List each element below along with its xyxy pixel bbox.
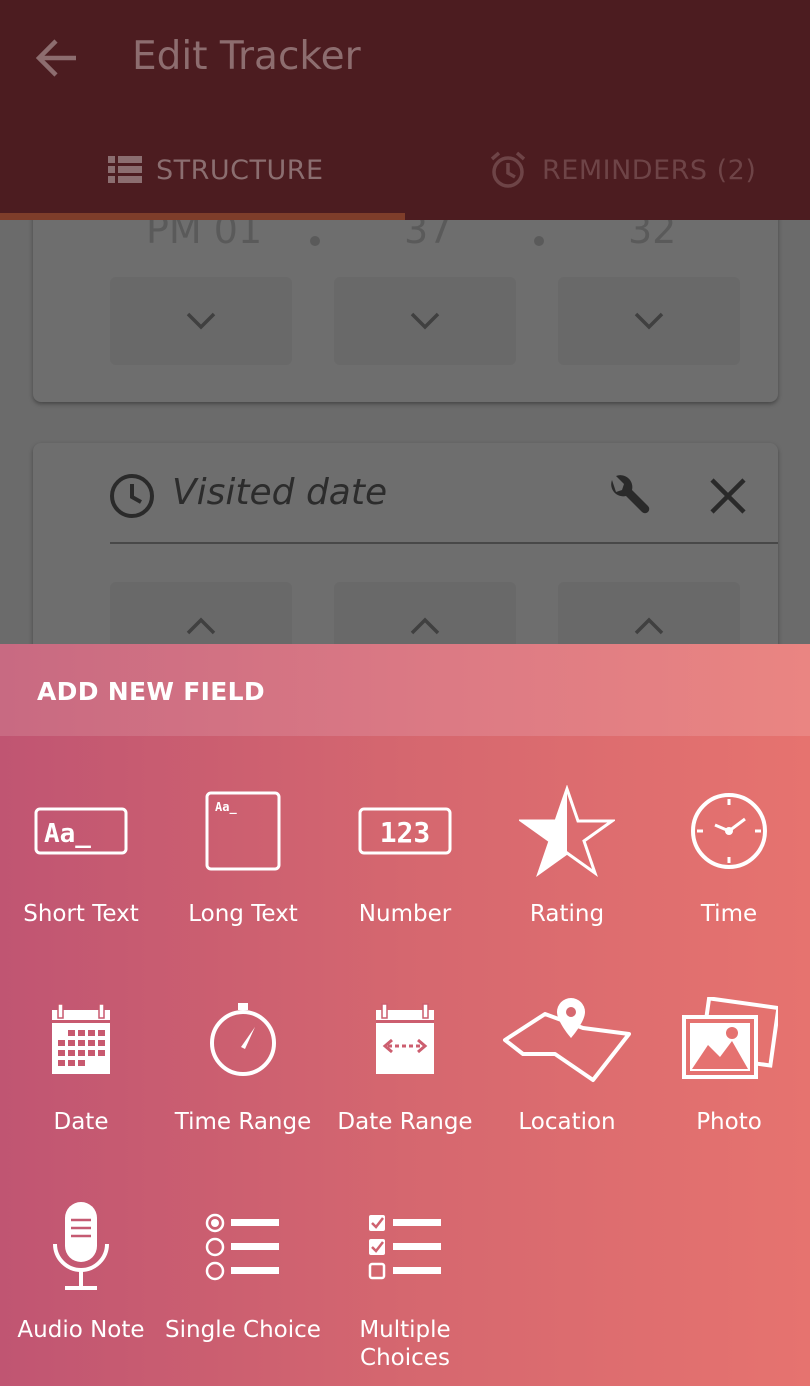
tab-reminders-label: REMINDERS (2) xyxy=(542,154,757,186)
clock-icon xyxy=(691,793,767,869)
chevron-down-icon xyxy=(410,312,440,330)
svg-text:Aa_: Aa_ xyxy=(44,819,91,849)
time-separator xyxy=(534,236,544,246)
chevron-down-icon xyxy=(634,312,664,330)
sheet-title: ADD NEW FIELD xyxy=(37,677,265,706)
calendar-icon xyxy=(52,1003,110,1074)
list-icon xyxy=(108,156,142,183)
close-icon[interactable] xyxy=(708,476,748,516)
microphone-icon xyxy=(53,1202,109,1290)
app-bar: Edit Tracker STRUCTURE REMINDERS (2) xyxy=(0,0,810,220)
field-type-single-choice[interactable]: Single Choice xyxy=(162,1192,324,1382)
photo-icon xyxy=(682,997,778,1079)
long-text-icon: Aa_ xyxy=(205,791,281,871)
short-text-icon: Aa_ xyxy=(34,807,128,855)
field-type-label: Long Text xyxy=(188,901,298,927)
star-icon xyxy=(519,785,615,877)
field-type-rating[interactable]: Rating xyxy=(486,776,648,966)
tab-indicator xyxy=(0,213,405,220)
second-decrement-button[interactable] xyxy=(558,277,740,365)
field-type-number[interactable]: 123 Number xyxy=(324,776,486,966)
field-type-location[interactable]: Location xyxy=(486,984,648,1174)
field-name-label: Visited date xyxy=(172,472,388,513)
time-separator xyxy=(310,236,320,246)
field-type-date[interactable]: Date xyxy=(0,984,162,1174)
field-type-label: Audio Note xyxy=(17,1317,145,1343)
clock-icon xyxy=(110,474,154,518)
svg-text:123: 123 xyxy=(380,816,431,849)
chevron-down-icon xyxy=(186,312,216,330)
add-field-sheet: ADD NEW FIELD Aa_ Short Text Aa_ Long Te… xyxy=(0,644,810,1386)
field-type-label: Short Text xyxy=(23,901,139,927)
field-type-time-range[interactable]: Time Range xyxy=(162,984,324,1174)
date-range-icon xyxy=(376,1003,434,1074)
wrench-icon[interactable] xyxy=(604,474,650,518)
field-type-multiple-choices[interactable]: Multiple Choices xyxy=(324,1192,486,1382)
alarm-icon xyxy=(490,151,526,188)
checkbox-list-icon xyxy=(368,1215,441,1280)
field-type-photo[interactable]: Photo xyxy=(648,984,810,1174)
svg-text:Aa_: Aa_ xyxy=(215,800,237,815)
back-arrow-icon[interactable] xyxy=(30,30,86,86)
sheet-header: ADD NEW FIELD xyxy=(0,644,810,736)
minute-decrement-button[interactable] xyxy=(334,277,516,365)
stopwatch-icon xyxy=(210,1003,276,1076)
field-type-label: Single Choice xyxy=(165,1317,321,1343)
number-icon: 123 xyxy=(358,807,452,855)
field-type-label: Time xyxy=(700,901,758,927)
page-title: Edit Tracker xyxy=(132,34,361,79)
chevron-up-icon xyxy=(186,617,216,635)
field-type-label: Time Range xyxy=(174,1109,312,1135)
field-type-label: Number xyxy=(358,901,452,927)
field-type-label: Date xyxy=(53,1109,109,1135)
tab-structure[interactable]: STRUCTURE xyxy=(108,140,324,200)
field-type-short-text[interactable]: Aa_ Short Text xyxy=(0,776,162,966)
field-type-label: Multiple Choices xyxy=(359,1317,451,1371)
map-pin-icon xyxy=(503,998,631,1082)
tab-structure-label: STRUCTURE xyxy=(156,154,324,186)
field-type-label: Location xyxy=(518,1109,616,1135)
chevron-up-icon xyxy=(410,617,440,635)
field-type-date-range[interactable]: Date Range xyxy=(324,984,486,1174)
field-type-label: Date Range xyxy=(337,1109,473,1135)
field-type-label: Photo xyxy=(696,1109,762,1135)
radio-list-icon xyxy=(205,1213,279,1281)
chevron-up-icon xyxy=(634,617,664,635)
hour-decrement-button[interactable] xyxy=(110,277,292,365)
field-type-time[interactable]: Time xyxy=(648,776,810,966)
field-type-label: Rating xyxy=(529,901,605,927)
field-type-long-text[interactable]: Aa_ Long Text xyxy=(162,776,324,966)
field-type-audio-note[interactable]: Audio Note xyxy=(0,1192,162,1382)
tab-reminders[interactable]: REMINDERS (2) xyxy=(488,140,756,200)
field-divider xyxy=(110,542,778,544)
